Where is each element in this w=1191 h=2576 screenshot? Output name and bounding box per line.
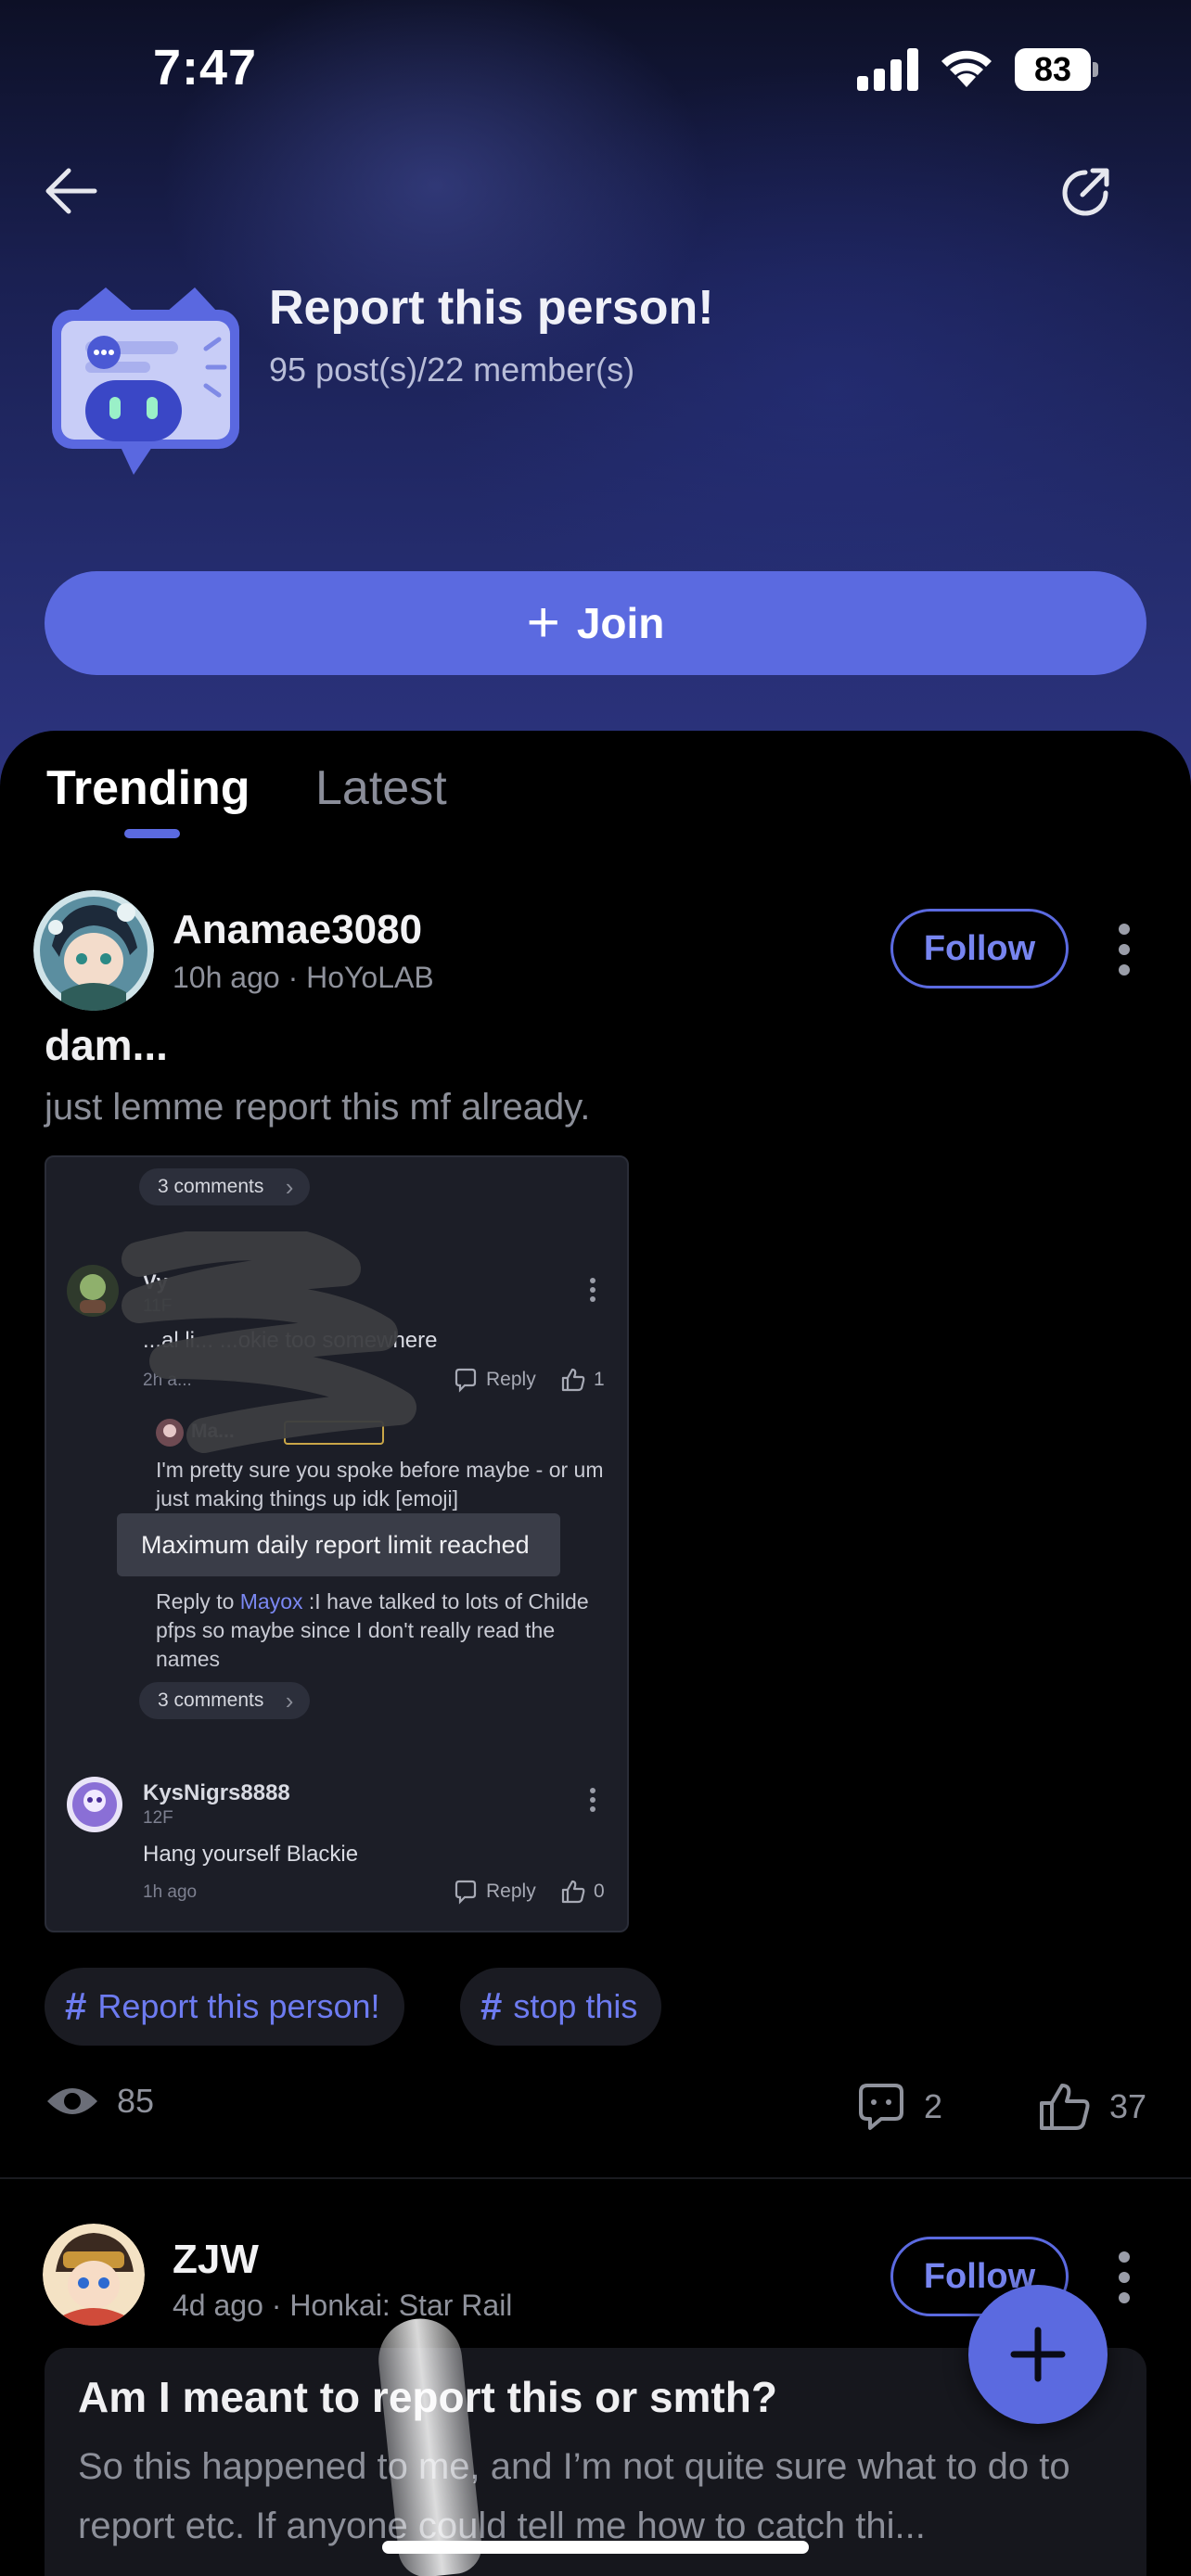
more-vertical-icon[interactable] bbox=[1115, 922, 1133, 977]
tag-label: Report this person! bbox=[97, 1987, 380, 2025]
tag-label: stop this bbox=[513, 1987, 638, 2025]
post-divider bbox=[0, 2177, 1191, 2179]
like-action: 1 bbox=[560, 1367, 605, 1393]
battery-icon: 83 bbox=[1015, 48, 1098, 91]
home-indicator[interactable] bbox=[382, 2541, 809, 2554]
hashtag-icon: # bbox=[480, 1984, 503, 2028]
reply-label: Reply bbox=[486, 1881, 536, 1902]
reply-mention: Mayox bbox=[239, 1589, 303, 1613]
view-count-value: 85 bbox=[117, 2082, 155, 2120]
post-meta: 10h ago · HoYoLAB bbox=[173, 961, 434, 994]
reply-action: Reply bbox=[453, 1879, 536, 1905]
status-bar: 7:47 83 bbox=[0, 0, 1191, 139]
share-icon[interactable] bbox=[1057, 163, 1113, 219]
post-body[interactable]: So this happened to me, and I’m not quit… bbox=[78, 2437, 1126, 2556]
reply-label: Reply bbox=[486, 1369, 536, 1390]
plus-icon: + bbox=[526, 591, 560, 655]
like-count: 0 bbox=[594, 1881, 605, 1902]
eye-icon bbox=[47, 2088, 97, 2114]
redaction-scribble bbox=[122, 1231, 416, 1453]
more-vertical-icon[interactable] bbox=[1115, 2250, 1133, 2305]
thumbs-up-icon bbox=[561, 1368, 585, 1392]
group-name: Report this person! bbox=[269, 281, 714, 335]
avatar[interactable] bbox=[43, 2224, 145, 2326]
post-image[interactable]: 3 comments Vу 11F ...al li... ...okie to… bbox=[45, 1155, 629, 1932]
like-count: 1 bbox=[594, 1369, 605, 1390]
thumbs-up-icon bbox=[561, 1880, 585, 1904]
join-label: Join bbox=[576, 599, 665, 647]
more-vertical-icon bbox=[590, 1788, 596, 1812]
post-body[interactable]: just lemme report this mf already. bbox=[45, 1087, 590, 1129]
tag-chip[interactable]: # Report this person! bbox=[45, 1968, 404, 2046]
join-button[interactable]: + Join bbox=[45, 571, 1146, 675]
create-post-button[interactable] bbox=[968, 2285, 1108, 2424]
comment-icon bbox=[859, 2084, 903, 2130]
tab-trending[interactable]: Trending bbox=[46, 760, 250, 816]
wifi-icon bbox=[941, 50, 992, 87]
hashtag-icon: # bbox=[65, 1984, 87, 2028]
comment-text: Hang yourself Blackie bbox=[143, 1842, 359, 1867]
more-vertical-icon bbox=[590, 1278, 596, 1302]
post-meta: 4d ago · Honkai: Star Rail bbox=[173, 2289, 513, 2322]
tab-active-indicator bbox=[124, 829, 180, 838]
quoted-text: I'm pretty sure you spoke before maybe -… bbox=[156, 1458, 604, 1511]
like-count-value: 37 bbox=[1109, 2087, 1147, 2125]
thumbs-up-icon bbox=[1040, 2084, 1090, 2130]
avatar[interactable] bbox=[33, 890, 154, 1011]
follow-button[interactable]: Follow bbox=[890, 909, 1069, 988]
battery-level: 83 bbox=[1015, 48, 1091, 91]
view-count: 85 bbox=[45, 2081, 154, 2122]
comment-time: 1h ago bbox=[143, 1882, 198, 1902]
plus-icon bbox=[1010, 2327, 1066, 2382]
toast-message: Maximum daily report limit reached bbox=[117, 1513, 560, 1576]
like-action: 0 bbox=[560, 1879, 605, 1905]
reply-text: Reply to Mayox :I have talked to lots of… bbox=[156, 1589, 589, 1671]
comment-count[interactable]: 2 bbox=[855, 2081, 942, 2133]
comment-icon bbox=[455, 1880, 477, 1905]
group-stats: 95 post(s)/22 member(s) bbox=[269, 351, 635, 389]
post-author[interactable]: ZJW bbox=[173, 2237, 259, 2283]
group-avatar bbox=[52, 287, 239, 475]
comment-count-value: 2 bbox=[924, 2087, 943, 2125]
post-author[interactable]: Anamae3080 bbox=[173, 907, 422, 953]
post-title[interactable]: dam... bbox=[45, 1020, 168, 1070]
commenter-name: KysNigrs8888 bbox=[143, 1780, 290, 1805]
tab-latest[interactable]: Latest bbox=[315, 760, 447, 816]
comment-floor: 12F bbox=[143, 1808, 173, 1828]
commenter-avatar bbox=[67, 1777, 122, 1832]
tag-chip[interactable]: # stop this bbox=[460, 1968, 662, 2046]
like-count[interactable]: 37 bbox=[1037, 2081, 1146, 2133]
comments-pill: 3 comments bbox=[139, 1682, 311, 1719]
status-time: 7:47 bbox=[153, 40, 258, 96]
back-arrow-icon[interactable] bbox=[41, 163, 100, 219]
cellular-signal-icon bbox=[857, 48, 918, 91]
comments-pill: 3 comments bbox=[139, 1168, 311, 1205]
